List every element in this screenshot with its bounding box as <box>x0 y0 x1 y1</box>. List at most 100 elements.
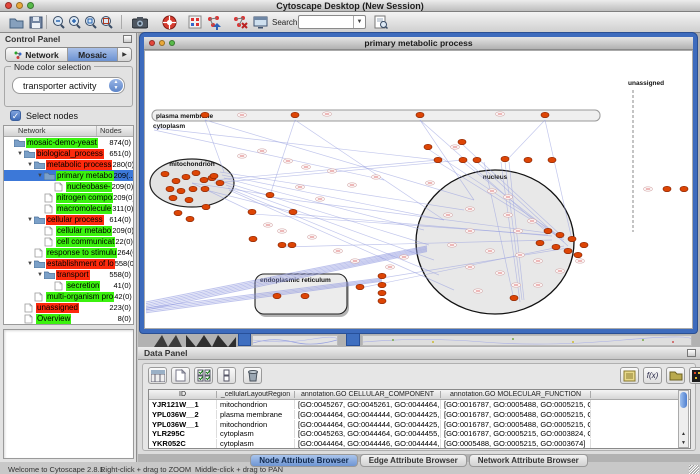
data-panel-header[interactable]: Data Panel <box>138 347 700 360</box>
network-node[interactable] <box>288 242 296 247</box>
table-column-header[interactable]: annotation.GO CELLULAR_COMPONENT <box>295 391 441 398</box>
attribute-matrix-icon[interactable] <box>689 367 700 384</box>
search-input[interactable]: ▼ <box>298 15 366 29</box>
tree-row-overview[interactable]: Overview8(0) <box>4 313 133 324</box>
create-network-icon[interactable] <box>205 14 222 30</box>
tree-row-nucleobase-[interactable]: nucleobase-209(0) <box>4 181 133 192</box>
resize-grip[interactable] <box>689 465 699 474</box>
network-view-window[interactable]: primary metabolic process plasma membran… <box>140 33 697 333</box>
node-color-select[interactable]: transporter activity ▲▼ <box>12 77 125 94</box>
network-node[interactable] <box>169 195 177 200</box>
network-node[interactable] <box>189 186 197 191</box>
zoom-selected-icon[interactable] <box>82 14 99 30</box>
tree-expand-icon[interactable]: ▼ <box>26 261 34 267</box>
network-node[interactable] <box>356 284 364 289</box>
network-node[interactable] <box>166 186 174 191</box>
tree-row-unassigned[interactable]: unassigned223(0) <box>4 302 133 313</box>
tree-expand-icon[interactable]: ▼ <box>36 272 44 278</box>
network-node[interactable] <box>459 157 467 162</box>
save-icon[interactable] <box>27 14 44 30</box>
network-tree-header[interactable]: Network Nodes <box>4 126 133 137</box>
desktop-window-icon[interactable] <box>252 14 269 30</box>
network-node[interactable] <box>663 186 671 191</box>
network-node[interactable] <box>378 282 386 287</box>
network-node[interactable] <box>174 210 182 215</box>
network-node[interactable] <box>186 216 194 221</box>
tree-expand-icon[interactable]: ▼ <box>16 151 24 157</box>
tree-col-network[interactable]: Network <box>4 126 97 136</box>
camera-snapshot-icon[interactable] <box>131 14 148 30</box>
network-node[interactable] <box>273 293 281 298</box>
tree-expand-icon[interactable]: ▼ <box>26 162 34 168</box>
network-node[interactable] <box>289 209 297 214</box>
delete-attribute-icon[interactable] <box>243 367 262 384</box>
network-node[interactable] <box>552 244 560 249</box>
attribute-table[interactable]: ID_cellularLayoutRegionannotation.GO CEL… <box>148 389 691 449</box>
table-column-header[interactable]: _cellularLayoutRegion <box>217 391 295 398</box>
network-node[interactable] <box>210 173 218 178</box>
tab-overflow-arrow[interactable]: ▶ <box>118 48 131 61</box>
destroy-network-icon[interactable] <box>231 14 248 30</box>
network-node[interactable] <box>416 112 424 117</box>
search-dropdown-icon[interactable]: ▼ <box>353 16 365 28</box>
tree-row-response-to-stimulu[interactable]: response to stimulu264(0) <box>4 247 133 258</box>
network-window-titlebar[interactable]: primary metabolic process <box>144 37 693 50</box>
float-data-panel-icon[interactable] <box>687 349 696 357</box>
tree-row-cellular-metabo[interactable]: cellular metabo209(0) <box>4 225 133 236</box>
open-folder-icon[interactable] <box>8 14 25 30</box>
table-column-header[interactable]: annotation.GO MOLECULAR_FUNCTION <box>441 391 591 398</box>
network-node[interactable] <box>680 186 688 191</box>
network-node[interactable] <box>574 252 582 257</box>
tree-row-cellular-process[interactable]: ▼cellular process614(0) <box>4 214 133 225</box>
tree-expand-icon[interactable]: ▼ <box>36 173 44 179</box>
network-node[interactable] <box>266 192 274 197</box>
table-row[interactable]: YKR052Ccytoplasm[GO:0044464, GO:0044446,… <box>149 439 690 449</box>
create-attribute-icon[interactable] <box>171 367 190 384</box>
zoom-fit-icon[interactable] <box>98 14 115 30</box>
tree-expand-icon[interactable]: ▼ <box>26 217 34 223</box>
network-node[interactable] <box>291 112 299 117</box>
network-node[interactable] <box>378 298 386 303</box>
attribute-editor-icon[interactable] <box>620 367 639 384</box>
birds-eye-view[interactable] <box>3 329 134 459</box>
window-titlebar[interactable]: Cytoscape Desktop (New Session) <box>0 0 700 12</box>
network-node[interactable] <box>177 188 185 193</box>
network-node[interactable] <box>580 242 588 247</box>
network-node[interactable] <box>200 177 208 182</box>
scroll-up-icon[interactable]: ▲ <box>679 430 688 438</box>
network-node[interactable] <box>172 178 180 183</box>
table-row[interactable]: YPL036W__1mitochondrion[GO:0044464, GO:0… <box>149 419 690 429</box>
table-row[interactable]: YLR295Ccytoplasm[GO:0045263, GO:0044464,… <box>149 429 690 439</box>
network-node[interactable] <box>192 170 200 175</box>
function-builder-icon[interactable]: f(x) <box>643 367 662 384</box>
tab-mosaic[interactable]: Mosaic <box>68 48 118 61</box>
attribute-search-icon[interactable] <box>372 14 389 30</box>
network-node[interactable] <box>536 240 544 245</box>
tree-row-transport[interactable]: ▼transport558(0) <box>4 269 133 280</box>
attribute-table-header[interactable]: ID_cellularLayoutRegionannotation.GO CEL… <box>149 390 690 400</box>
select-all-attributes-icon[interactable] <box>194 367 213 384</box>
network-node[interactable] <box>248 209 256 214</box>
tree-row-biological-process[interactable]: ▼biological_process651(0) <box>4 148 133 159</box>
network-node[interactable] <box>161 171 169 176</box>
network-node[interactable] <box>201 112 209 117</box>
network-node[interactable] <box>548 157 556 162</box>
network-node[interactable] <box>249 236 257 241</box>
select-attributes-icon[interactable] <box>148 367 167 384</box>
network-node[interactable] <box>568 236 576 241</box>
network-node[interactable] <box>182 174 190 179</box>
network-node[interactable] <box>424 144 432 149</box>
network-node[interactable] <box>510 295 518 300</box>
tree-row-primary-metabo[interactable]: ▼primary metabo209(... <box>4 170 133 181</box>
select-nodes-checkbox[interactable]: ✓ Select nodes <box>10 110 78 121</box>
region-plasma-membrane[interactable] <box>152 110 600 121</box>
zoom-out-icon[interactable] <box>50 14 67 30</box>
tree-row-macromolecule[interactable]: macromolecule311(0) <box>4 203 133 214</box>
tree-col-nodes[interactable]: Nodes <box>97 126 133 136</box>
tree-row-cell-communicat[interactable]: cell communicat22(0) <box>4 236 133 247</box>
float-panel-icon[interactable] <box>123 35 132 43</box>
tree-row-nitrogen-compo[interactable]: nitrogen compo209(0) <box>4 192 133 203</box>
help-lifebuoy-icon[interactable] <box>161 14 178 30</box>
table-row[interactable]: YPL036W__2plasma membrane[GO:0044464, GO… <box>149 410 690 420</box>
network-node[interactable] <box>473 157 481 162</box>
